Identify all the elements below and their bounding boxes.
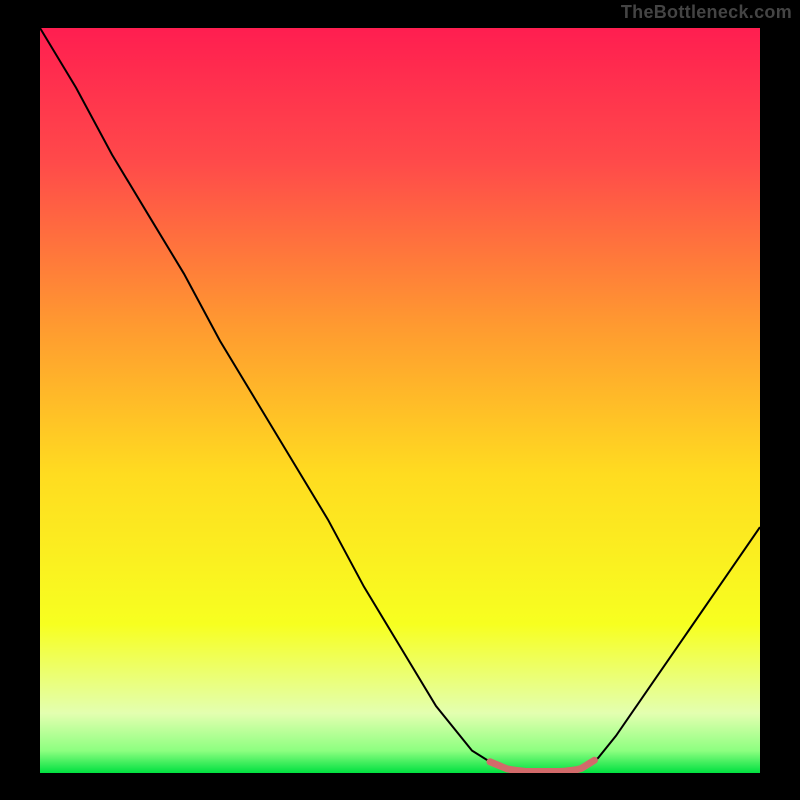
bottleneck-chart bbox=[40, 28, 760, 773]
chart-frame: TheBottleneck.com bbox=[0, 0, 800, 800]
gradient-background bbox=[40, 28, 760, 773]
plot-area bbox=[40, 28, 760, 773]
watermark-text: TheBottleneck.com bbox=[621, 2, 792, 23]
